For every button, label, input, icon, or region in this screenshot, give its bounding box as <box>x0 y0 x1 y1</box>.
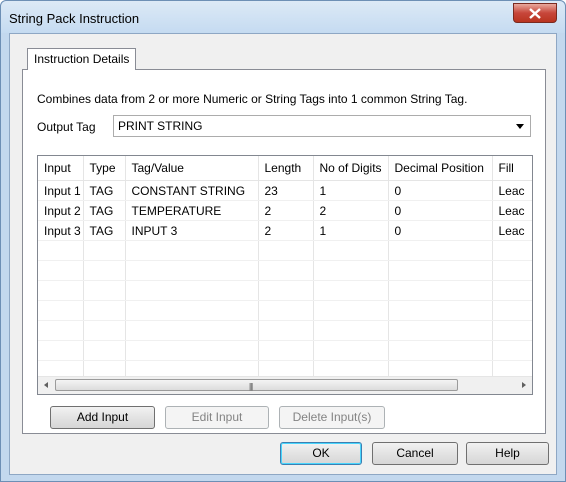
column-header-tag-value[interactable]: Tag/Value <box>125 156 259 181</box>
cancel-button[interactable]: Cancel <box>372 442 458 465</box>
inputs-table: Input Type Tag/Value Length No of Digits… <box>38 156 532 381</box>
table-row[interactable]: Input 1 TAG CONSTANT STRING 23 1 0 Leac <box>38 180 532 201</box>
scrollbar-thumb[interactable]: ||| <box>55 379 458 391</box>
cell-no-of-digits: 1 <box>313 180 389 201</box>
empty-row <box>38 280 532 301</box>
tab-panel: Combines data from 2 or more Numeric or … <box>22 69 546 434</box>
column-header-length[interactable]: Length <box>258 156 314 181</box>
description-text: Combines data from 2 or more Numeric or … <box>37 92 468 106</box>
column-header-input[interactable]: Input <box>38 156 84 181</box>
dialog-body: Instruction Details Combines data from 2… <box>9 33 557 475</box>
cell-no-of-digits: 1 <box>313 220 389 241</box>
empty-row <box>38 340 532 361</box>
column-header-no-of-digits[interactable]: No of Digits <box>313 156 389 181</box>
column-header-decimal-position[interactable]: Decimal Position <box>388 156 493 181</box>
empty-row <box>38 260 532 281</box>
horizontal-scrollbar[interactable]: ||| <box>38 376 532 394</box>
cell-length: 2 <box>258 220 314 241</box>
cell-type: TAG <box>83 220 126 241</box>
edit-input-button[interactable]: Edit Input <box>165 406 269 429</box>
ok-button[interactable]: OK <box>280 442 362 465</box>
inputs-grid[interactable]: Input Type Tag/Value Length No of Digits… <box>37 155 533 395</box>
cell-decimal-position: 0 <box>388 220 493 241</box>
tab-instruction-details[interactable]: Instruction Details <box>27 48 137 70</box>
grid-header-row: Input Type Tag/Value Length No of Digits… <box>38 156 532 181</box>
output-tag-dropdown[interactable]: PRINT STRING <box>113 115 531 137</box>
cell-input: Input 1 <box>38 180 84 201</box>
delete-inputs-button[interactable]: Delete Input(s) <box>279 406 385 429</box>
cell-decimal-position: 0 <box>388 200 493 221</box>
cell-tag-value: CONSTANT STRING <box>125 180 259 201</box>
cell-tag-value: INPUT 3 <box>125 220 259 241</box>
cell-input: Input 2 <box>38 200 84 221</box>
dialog-window: String Pack Instruction Instruction Deta… <box>0 0 566 482</box>
help-button[interactable]: Help <box>466 442 549 465</box>
output-tag-label: Output Tag <box>37 120 96 134</box>
cell-no-of-digits: 2 <box>313 200 389 221</box>
scroll-right-icon[interactable] <box>522 382 526 388</box>
add-input-button[interactable]: Add Input <box>50 406 155 429</box>
column-header-fill[interactable]: Fill <box>492 156 532 181</box>
cell-input: Input 3 <box>38 220 84 241</box>
scroll-left-icon[interactable] <box>44 382 48 388</box>
table-row[interactable]: Input 2 TAG TEMPERATURE 2 2 0 Leac <box>38 200 532 221</box>
empty-row <box>38 300 532 321</box>
table-row[interactable]: Input 3 TAG INPUT 3 2 1 0 Leac <box>38 220 532 241</box>
cell-fill: Leac <box>492 200 532 221</box>
close-icon <box>529 8 541 19</box>
cell-length: 23 <box>258 180 314 201</box>
cell-tag-value: TEMPERATURE <box>125 200 259 221</box>
window-title: String Pack Instruction <box>9 11 140 26</box>
cell-type: TAG <box>83 200 126 221</box>
title-bar[interactable]: String Pack Instruction <box>1 1 565 33</box>
cell-fill: Leac <box>492 220 532 241</box>
cell-type: TAG <box>83 180 126 201</box>
empty-row <box>38 320 532 341</box>
grip-icon: ||| <box>249 382 253 391</box>
cell-length: 2 <box>258 200 314 221</box>
output-tag-value: PRINT STRING <box>118 119 203 133</box>
cell-fill: Leac <box>492 180 532 201</box>
empty-row <box>38 240 532 261</box>
cell-decimal-position: 0 <box>388 180 493 201</box>
column-header-type[interactable]: Type <box>83 156 126 181</box>
chevron-down-icon[interactable] <box>516 124 524 129</box>
close-button[interactable] <box>513 3 557 23</box>
